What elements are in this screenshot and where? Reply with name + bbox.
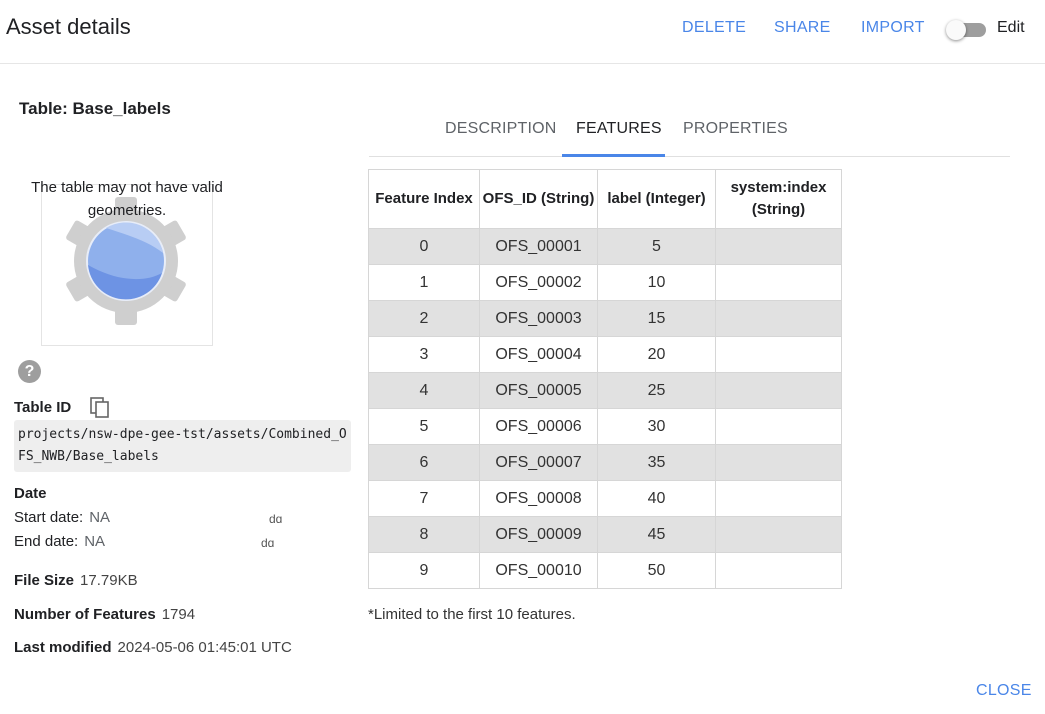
table-cell: 30 — [597, 408, 716, 445]
start-date-clipped: dɑ — [269, 512, 283, 526]
edit-label: Edit — [997, 19, 1025, 36]
table-cell: OFS_00010 — [479, 552, 598, 589]
table-cell: 5 — [597, 228, 716, 265]
dialog-title: Asset details — [6, 14, 131, 39]
table-cell: OFS_00003 — [479, 300, 598, 337]
start-date-label: Start date: — [14, 509, 84, 526]
tab-divider — [369, 156, 1010, 157]
table-title: Table: Base_labels — [19, 99, 171, 118]
table-cell: 35 — [597, 444, 716, 481]
table-cell — [715, 336, 842, 373]
end-date-label: End date: — [14, 533, 79, 550]
table-id-label: Table ID — [14, 399, 72, 416]
file-size-row: File Size 17.79KB — [14, 572, 138, 589]
table-cell: 4 — [368, 372, 480, 409]
table-cell — [715, 264, 842, 301]
end-date-row: End date: NA — [14, 533, 105, 550]
column-header: OFS_ID (String) — [479, 169, 598, 229]
features-table: Feature Index OFS_ID (String) label (Int… — [368, 169, 842, 589]
end-date-value: NA — [84, 533, 106, 550]
tab-description[interactable]: DESCRIPTION — [445, 120, 557, 138]
close-button[interactable]: CLOSE — [976, 682, 1032, 700]
table-cell: OFS_00008 — [479, 480, 598, 517]
table-cell: OFS_00009 — [479, 516, 598, 553]
help-circle-icon[interactable]: ? — [18, 360, 41, 383]
table-cell: 20 — [597, 336, 716, 373]
dialog-header: Asset details DELETE SHARE IMPORT Edit — [0, 0, 1045, 64]
num-features-row: Number of Features 1794 — [14, 606, 195, 623]
table-cell: 8 — [368, 516, 480, 553]
table-cell: OFS_00002 — [479, 264, 598, 301]
num-features-value: 1794 — [161, 606, 196, 623]
table-cell: 9 — [368, 552, 480, 589]
table-id-box[interactable]: projects/nsw-dpe-gee-tst/assets/Combined… — [14, 420, 351, 472]
file-size-label: File Size — [14, 572, 75, 589]
table-cell — [715, 444, 842, 481]
table-header-row: Feature Index OFS_ID (String) label (Int… — [368, 169, 842, 229]
last-modified-row: Last modified 2024-05-06 01:45:01 UTC — [14, 639, 292, 656]
table-row: 2 OFS_00003 15 — [368, 300, 842, 337]
column-header: system:index (String) — [715, 169, 842, 229]
delete-button[interactable]: DELETE — [682, 19, 746, 37]
table-cell: 10 — [597, 264, 716, 301]
table-cell: OFS_00004 — [479, 336, 598, 373]
column-header: Feature Index — [368, 169, 480, 229]
table-cell: 3 — [368, 336, 480, 373]
table-row: 7 OFS_00008 40 — [368, 480, 842, 517]
last-modified-value: 2024-05-06 01:45:01 UTC — [117, 639, 292, 656]
table-row: 0 OFS_00001 5 — [368, 228, 842, 265]
column-header: label (Integer) — [597, 169, 716, 229]
start-date-value: NA — [89, 509, 111, 526]
table-id-value[interactable]: projects/nsw-dpe-gee-tst/assets/Combined… — [18, 424, 351, 468]
table-cell — [715, 372, 842, 409]
num-features-label: Number of Features — [14, 606, 156, 623]
start-date-row: Start date: NA — [14, 509, 110, 526]
table-cell: 45 — [597, 516, 716, 553]
table-cell: 15 — [597, 300, 716, 337]
table-row: 3 OFS_00004 20 — [368, 336, 842, 373]
table-row: 6 OFS_00007 35 — [368, 444, 842, 481]
table-cell — [715, 552, 842, 589]
table-cell — [715, 300, 842, 337]
table-cell — [715, 480, 842, 517]
table-cell: 6 — [368, 444, 480, 481]
edit-toggle[interactable] — [946, 20, 988, 40]
toggle-knob — [946, 20, 966, 40]
table-cell: 40 — [597, 480, 716, 517]
table-row: 1 OFS_00002 10 — [368, 264, 842, 301]
table-cell: 2 — [368, 300, 480, 337]
table-cell: 7 — [368, 480, 480, 517]
tab-properties[interactable]: PROPERTIES — [683, 120, 788, 138]
table-cell: 0 — [368, 228, 480, 265]
active-tab-indicator — [562, 154, 665, 157]
share-button[interactable]: SHARE — [774, 19, 831, 37]
table-cell: OFS_00006 — [479, 408, 598, 445]
table-row: 4 OFS_00005 25 — [368, 372, 842, 409]
table-cell: OFS_00007 — [479, 444, 598, 481]
last-modified-label: Last modified — [14, 639, 112, 656]
table-cell: OFS_00001 — [479, 228, 598, 265]
features-limit-note: *Limited to the first 10 features. — [368, 606, 576, 623]
table-cell: 1 — [368, 264, 480, 301]
table-row: 5 OFS_00006 30 — [368, 408, 842, 445]
table-cell — [715, 516, 842, 553]
table-cell: 5 — [368, 408, 480, 445]
file-size-value: 17.79KB — [80, 572, 138, 589]
table-cell — [715, 408, 842, 445]
table-cell: 50 — [597, 552, 716, 589]
table-cell: OFS_00005 — [479, 372, 598, 409]
table-cell — [715, 228, 842, 265]
end-date-clipped: dɑ — [261, 536, 275, 550]
table-row: 8 OFS_00009 45 — [368, 516, 842, 553]
table-cell: 25 — [597, 372, 716, 409]
tab-features[interactable]: FEATURES — [576, 120, 662, 138]
table-row: 9 OFS_00010 50 — [368, 552, 842, 589]
date-heading: Date — [14, 485, 47, 502]
copy-icon[interactable] — [90, 397, 110, 419]
thumbnail-message: The table may not have valid geometries. — [31, 179, 223, 219]
import-button[interactable]: IMPORT — [861, 19, 925, 37]
